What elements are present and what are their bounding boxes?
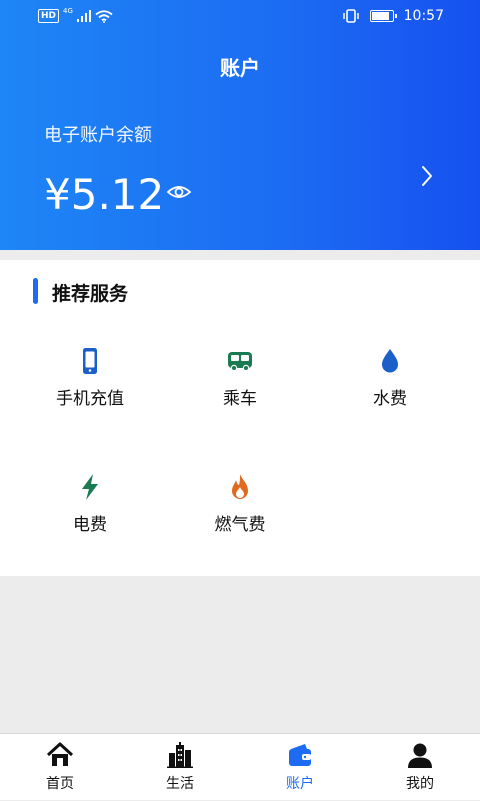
tab-account[interactable]: 账户	[240, 734, 360, 801]
city-icon	[167, 742, 193, 768]
balance-label: 电子账户余额	[44, 125, 152, 146]
section-title: 推荐服务	[52, 283, 129, 305]
service-label: 电费	[73, 515, 107, 535]
service-label: 水费	[373, 389, 407, 409]
tab-label: 生活	[166, 776, 194, 792]
network-type: 4G	[63, 7, 73, 15]
signal-icon	[76, 10, 91, 22]
status-bar: HD 4G 10:57	[0, 0, 480, 36]
water-drop-icon	[382, 349, 398, 373]
service-bus[interactable]: 乘车	[170, 346, 310, 409]
service-phone-recharge[interactable]: 手机充值	[20, 346, 160, 409]
service-label: 手机充值	[56, 389, 124, 409]
service-water[interactable]: 水费	[320, 346, 460, 409]
bus-icon	[228, 352, 252, 372]
home-icon	[46, 742, 74, 766]
flame-icon	[232, 474, 248, 499]
tab-life[interactable]: 生活	[120, 734, 240, 801]
eye-icon[interactable]	[166, 182, 192, 202]
hd-badge: HD	[38, 9, 60, 23]
phone-icon	[83, 348, 97, 374]
service-label: 乘车	[223, 389, 257, 409]
tab-label: 首页	[46, 776, 74, 792]
service-electricity[interactable]: 电费	[20, 472, 160, 535]
wallet-icon	[289, 744, 311, 766]
status-right: 10:57	[342, 8, 444, 24]
balance-amount: ¥5.12	[44, 170, 165, 219]
clock: 10:57	[403, 8, 444, 24]
battery-level	[371, 12, 389, 20]
user-icon	[408, 743, 432, 768]
status-left: HD 4G	[38, 7, 113, 23]
tab-home[interactable]: 首页	[0, 734, 120, 801]
vibrate-icon	[342, 9, 359, 23]
account-header: HD 4G 10:57 账户 电子账户余额 ¥5.12	[0, 0, 480, 250]
recommended-services: 推荐服务 手机充值 乘车 水费 电费 燃气费	[0, 260, 480, 576]
chevron-right-icon[interactable]	[418, 164, 436, 188]
service-gas[interactable]: 燃气费	[170, 472, 310, 535]
wifi-icon	[95, 9, 113, 23]
service-label: 燃气费	[214, 515, 266, 535]
tab-mine[interactable]: 我的	[360, 734, 480, 801]
page-title: 账户	[220, 56, 260, 80]
battery-icon	[369, 10, 397, 22]
tab-label: 账户	[286, 776, 314, 792]
lightning-icon	[82, 474, 98, 500]
tab-label: 我的	[406, 776, 434, 792]
bottom-tab-bar: 首页 生活 账户 我的	[0, 733, 480, 800]
section-accent-bar	[33, 278, 38, 304]
